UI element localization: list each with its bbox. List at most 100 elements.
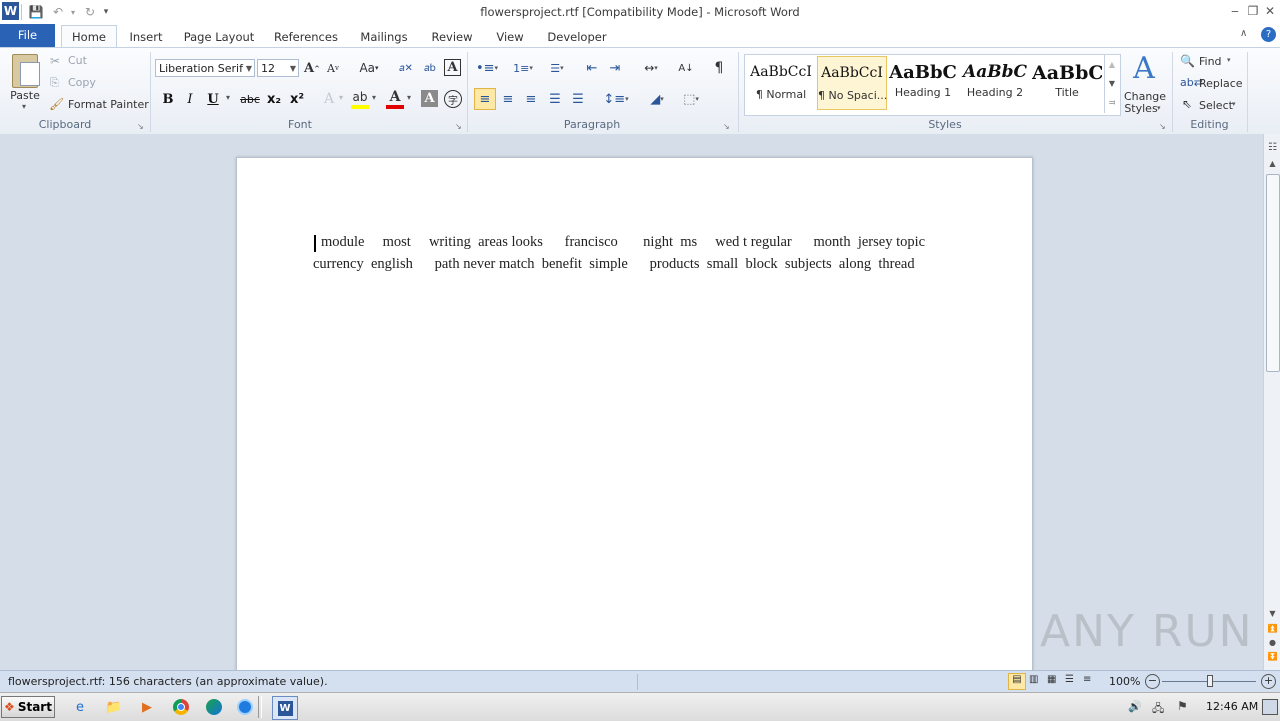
tab-review[interactable]: Review	[428, 28, 476, 47]
tab-page-layout[interactable]: Page Layout	[181, 28, 257, 47]
close-icon[interactable]: ✕	[1260, 2, 1280, 20]
font-launcher-icon[interactable]: ↘	[455, 122, 462, 131]
scroll-down-icon[interactable]: ▼	[1266, 609, 1279, 619]
tab-insert[interactable]: Insert	[126, 28, 166, 47]
status-word-count[interactable]: flowersproject.rtf: 156 characters (an a…	[8, 675, 328, 688]
previous-page-icon[interactable]: ⏫	[1266, 624, 1279, 634]
document-text-line-1[interactable]: module most writing areas looks francisc…	[321, 234, 925, 251]
font-name-combo[interactable]: Liberation Serif ▼	[155, 59, 255, 77]
browse-object-icon[interactable]: ●	[1266, 638, 1279, 648]
font-color-icon[interactable]: A	[385, 88, 405, 106]
copy-button[interactable]: Copy	[68, 76, 96, 89]
tab-view[interactable]: View	[492, 28, 528, 47]
word-taskbar-button[interactable]: W	[272, 696, 298, 720]
volume-icon[interactable]: 🔊	[1128, 700, 1142, 713]
help-icon[interactable]: ?	[1261, 27, 1276, 42]
media-player-icon[interactable]: ▶	[136, 697, 158, 717]
zoom-in-icon[interactable]: +	[1261, 674, 1276, 689]
align-center-icon[interactable]: ≡	[499, 90, 517, 108]
style-title[interactable]: AaBbC Title	[1032, 56, 1102, 110]
file-explorer-icon[interactable]: 📁	[103, 697, 125, 717]
minimize-icon[interactable]: ‒	[1225, 2, 1245, 20]
zoom-level[interactable]: 100%	[1109, 675, 1140, 688]
tab-mailings[interactable]: Mailings	[356, 28, 412, 47]
show-formatting-marks-icon[interactable]: ¶	[710, 59, 728, 77]
change-styles-icon[interactable]: A	[1126, 51, 1162, 86]
style-heading-1[interactable]: AaBbC Heading 1	[888, 56, 958, 110]
zoom-slider-thumb[interactable]	[1207, 675, 1213, 687]
format-painter-button[interactable]: Format Painter	[68, 98, 149, 111]
ruler-toggle-icon[interactable]: ☷	[1266, 142, 1279, 155]
network-icon[interactable]: 🖧	[1152, 700, 1164, 719]
character-shading-icon[interactable]: A	[421, 90, 438, 107]
paste-button[interactable]: Paste	[8, 89, 42, 102]
document-text-line-2[interactable]: currency english path never match benefi…	[313, 256, 915, 273]
scroll-thumb[interactable]	[1266, 174, 1280, 372]
bullets-icon[interactable]: •≡ ▾	[474, 59, 500, 77]
decrease-indent-icon[interactable]: ⇤	[583, 59, 601, 77]
style-heading-2[interactable]: AaBbC Heading 2	[960, 56, 1030, 110]
action-center-flag-icon[interactable]: ⚑	[1177, 699, 1188, 713]
chrome-icon[interactable]	[170, 697, 192, 717]
font-size-combo[interactable]: 12 ▼	[257, 59, 299, 77]
subscript-button[interactable]: x₂	[264, 90, 284, 108]
superscript-button[interactable]: x²	[287, 90, 307, 108]
bold-button[interactable]: B	[159, 90, 177, 108]
draft-view-icon[interactable]: ≡	[1083, 674, 1091, 685]
start-button[interactable]: ❖ Start	[1, 696, 55, 718]
font-color-dropdown-icon[interactable]: ▾	[407, 93, 411, 102]
scroll-up-icon[interactable]: ▲	[1266, 159, 1279, 169]
style-no-spacing[interactable]: AaBbCcI ¶ No Spaci...	[817, 56, 887, 110]
clock[interactable]: 12:46 AM	[1206, 700, 1258, 713]
borders-icon[interactable]: ⬚ ▾	[677, 90, 705, 108]
clear-formatting-icon[interactable]: 𝑎✕	[396, 59, 416, 77]
tab-developer[interactable]: Developer	[545, 28, 609, 47]
highlight-icon[interactable]: ab	[350, 88, 370, 106]
change-styles-dropdown-icon[interactable]: ▾	[1157, 104, 1161, 112]
find-button[interactable]: Find	[1199, 55, 1222, 68]
text-effects-icon[interactable]: A	[320, 90, 338, 108]
paragraph-launcher-icon[interactable]: ↘	[723, 122, 730, 131]
strikethrough-button[interactable]: abc	[238, 90, 262, 108]
find-dropdown-icon[interactable]: ▾	[1227, 56, 1231, 64]
show-desktop-icon[interactable]	[1262, 699, 1278, 715]
underline-button[interactable]: U	[204, 90, 222, 108]
grow-font-icon[interactable]: A ^	[303, 59, 321, 77]
text-effects-dropdown-icon[interactable]: ▾	[339, 93, 343, 102]
asian-layout-icon[interactable]: ↔ ▾	[637, 59, 665, 77]
underline-dropdown-icon[interactable]: ▾	[226, 93, 230, 102]
highlight-dropdown-icon[interactable]: ▾	[372, 93, 376, 102]
increase-indent-icon[interactable]: ⇥	[606, 59, 624, 77]
vertical-scrollbar[interactable]: ☷ ▲ ▼ ⏫ ● ⏬	[1263, 134, 1280, 670]
clipboard-launcher-icon[interactable]: ↘	[137, 122, 144, 131]
print-layout-view-icon[interactable]: ▤	[1008, 673, 1026, 690]
shading-icon[interactable]: ◢ ▾	[643, 90, 671, 108]
tab-file[interactable]: File	[0, 24, 55, 47]
change-case-icon[interactable]: Aa ▾	[356, 59, 382, 77]
zoom-out-icon[interactable]: −	[1145, 674, 1160, 689]
minimize-ribbon-icon[interactable]: ∧	[1240, 28, 1247, 39]
justify-icon[interactable]: ☰	[546, 90, 564, 108]
line-spacing-icon[interactable]: ↕≡ ▾	[603, 90, 629, 108]
select-dropdown-icon[interactable]: ▾	[1232, 100, 1236, 108]
outline-view-icon[interactable]: ☰	[1065, 674, 1074, 685]
distributed-icon[interactable]: ☰	[569, 90, 587, 108]
web-layout-view-icon[interactable]: ▦	[1047, 674, 1056, 685]
character-border-icon[interactable]: A	[444, 59, 461, 76]
cut-button[interactable]: Cut	[68, 54, 87, 67]
tab-home[interactable]: Home	[61, 25, 117, 48]
align-right-icon[interactable]: ≡	[522, 90, 540, 108]
multilevel-list-icon[interactable]: ☰ ▾	[542, 59, 572, 77]
select-button[interactable]: Select	[1199, 99, 1233, 112]
paste-dropdown-icon[interactable]: ▾	[22, 102, 26, 111]
styles-launcher-icon[interactable]: ↘	[1159, 122, 1166, 131]
gallery-up-icon[interactable]: ▲	[1105, 55, 1119, 74]
internet-explorer-icon[interactable]: e	[69, 697, 91, 717]
align-left-icon[interactable]: ≡	[474, 88, 496, 110]
sort-icon[interactable]: A↓	[676, 59, 696, 77]
gallery-down-icon[interactable]: ▼	[1105, 74, 1119, 93]
edge-secondary-icon[interactable]	[234, 697, 256, 717]
full-screen-reading-view-icon[interactable]: ▥	[1029, 674, 1038, 685]
italic-button[interactable]: I	[181, 90, 199, 108]
enclose-characters-icon[interactable]: 字	[444, 90, 462, 108]
